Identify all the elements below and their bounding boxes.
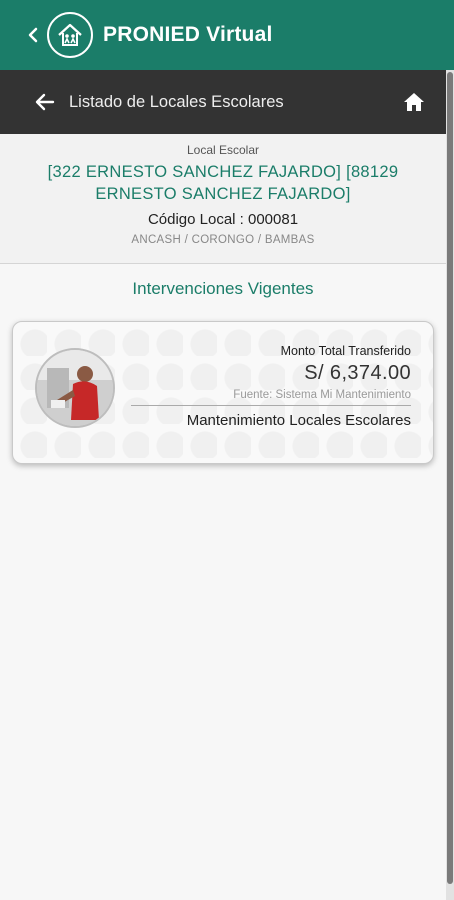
chevron-left-icon[interactable]	[27, 27, 41, 43]
amount-label: Monto Total Transferido	[280, 344, 411, 358]
amount-value: S/ 6,374.00	[304, 362, 411, 384]
vertical-scrollbar[interactable]	[446, 70, 454, 900]
app-header: PRONIED Virtual	[0, 0, 454, 70]
section-title: Intervenciones Vigentes	[132, 279, 314, 298]
navigation-bar: Listado de Locales Escolares	[0, 70, 446, 134]
arrow-left-icon[interactable]	[35, 91, 57, 113]
divider	[131, 405, 411, 406]
home-icon[interactable]	[402, 90, 426, 114]
app-logo-icon	[47, 12, 93, 58]
nav-title: Listado de Locales Escolares	[69, 92, 284, 111]
worker-photo	[35, 348, 115, 428]
school-caption: Local Escolar	[186, 143, 260, 157]
school-location: ANCASH / CORONGO / BAMBAS	[131, 234, 315, 246]
school-info: Local Escolar [322 ERNESTO SANCHEZ FAJAR…	[0, 134, 446, 264]
school-code: Código Local : 000081	[147, 211, 299, 228]
scrollbar-thumb[interactable]	[447, 72, 453, 884]
app-title: PRONIED Virtual	[103, 23, 273, 46]
source-text: Fuente: Sistema Mi Mantenimiento	[233, 389, 411, 401]
school-name: [322 ERNESTO SANCHEZ FAJARDO] [88129 ERN…	[47, 163, 399, 203]
card-details: Monto Total Transferido S/ 6,374.00 Fuen…	[131, 344, 411, 429]
program-name: Mantenimiento Locales Escolares	[186, 412, 411, 429]
intervention-card[interactable]: Monto Total Transferido S/ 6,374.00 Fuen…	[12, 321, 434, 464]
